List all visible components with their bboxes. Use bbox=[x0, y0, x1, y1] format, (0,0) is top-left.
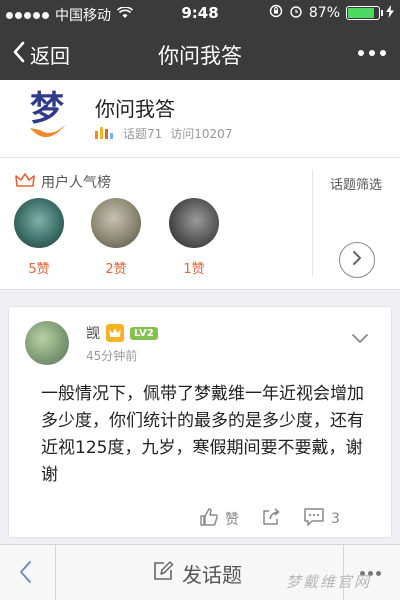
topic-filter-button[interactable] bbox=[339, 242, 375, 278]
bar-chart-icon bbox=[95, 125, 115, 142]
level-badge: LV2 bbox=[130, 326, 158, 340]
popular-user-2[interactable]: 2赞 bbox=[88, 198, 144, 277]
popularity-heading: 用户人气榜 bbox=[15, 172, 111, 192]
battery-percent: 87% bbox=[308, 5, 340, 21]
orientation-lock-icon bbox=[269, 4, 283, 22]
visit-count: 访问10207 bbox=[170, 127, 233, 141]
chevron-right-icon bbox=[351, 250, 363, 270]
bottom-bar: 发话题 梦戴维官网 bbox=[0, 544, 400, 600]
topic-stats: 话题71 访问10207 bbox=[95, 125, 232, 142]
avatar bbox=[14, 198, 64, 248]
watermark-logo: 梦戴维官网 bbox=[286, 573, 372, 591]
share-icon bbox=[261, 507, 281, 531]
avatar[interactable] bbox=[25, 321, 69, 365]
svg-text:梦: 梦 bbox=[30, 89, 64, 129]
topic-count: 话题71 bbox=[123, 127, 163, 141]
post-author: 觊 LV2 bbox=[86, 323, 158, 343]
battery-icon bbox=[346, 6, 383, 20]
comment-icon bbox=[303, 507, 325, 531]
edit-icon bbox=[152, 560, 174, 587]
more-dots-icon[interactable] bbox=[358, 50, 386, 56]
avatar bbox=[91, 198, 141, 248]
topic-filter-label: 话题筛选 bbox=[330, 178, 383, 193]
post-topic-button[interactable]: 发话题 bbox=[152, 559, 242, 588]
topic-logo: 梦 bbox=[22, 84, 72, 146]
post-topic-label: 发话题 bbox=[182, 563, 242, 587]
crown-badge-icon bbox=[106, 324, 124, 342]
topic-header: 梦 你问我答 话题71 访问10207 bbox=[0, 80, 400, 158]
page-title: 你问我答 bbox=[158, 44, 242, 68]
popular-user-3[interactable]: 1赞 bbox=[166, 198, 222, 277]
likes-count: 1赞 bbox=[183, 262, 205, 277]
author-name[interactable]: 觊 bbox=[86, 323, 100, 343]
comment-count: 3 bbox=[331, 511, 340, 527]
status-bar: 中国移动 9:48 87% bbox=[0, 0, 400, 28]
post-card[interactable]: 觊 LV2 45分钟前 一般情况下，佩带了梦戴维一年近视会增加多少度，你们统计的… bbox=[8, 306, 392, 538]
post-body: 一般情况下，佩带了梦戴维一年近视会增加多少度，你们统计的最多的是多少度，还有近视… bbox=[41, 384, 364, 485]
crown-icon bbox=[15, 172, 35, 192]
like-button[interactable]: 赞 bbox=[199, 507, 239, 531]
thumbs-up-icon bbox=[199, 507, 219, 531]
likes-count: 2赞 bbox=[105, 262, 127, 277]
comment-button[interactable]: 3 bbox=[303, 507, 340, 531]
charging-icon bbox=[386, 4, 394, 22]
chevron-left-icon[interactable] bbox=[16, 559, 36, 589]
alarm-icon bbox=[289, 4, 303, 22]
divider bbox=[55, 545, 56, 600]
likes-count: 5赞 bbox=[28, 262, 50, 277]
post-actions: 赞 3 bbox=[199, 507, 340, 531]
divider bbox=[312, 170, 313, 277]
like-label: 赞 bbox=[225, 512, 239, 528]
topic-name: 你问我答 bbox=[95, 97, 175, 121]
navigation-bar: 返回 你问我答 bbox=[0, 28, 400, 80]
chevron-down-icon[interactable] bbox=[351, 329, 369, 348]
popular-user-1[interactable]: 5赞 bbox=[11, 198, 67, 277]
post-time: 45分钟前 bbox=[86, 349, 138, 363]
avatar bbox=[169, 198, 219, 248]
share-button[interactable] bbox=[261, 507, 281, 531]
popularity-panel: 用户人气榜 5赞 2赞 1赞 话题筛选 bbox=[0, 158, 400, 290]
popularity-title: 用户人气榜 bbox=[41, 175, 111, 191]
